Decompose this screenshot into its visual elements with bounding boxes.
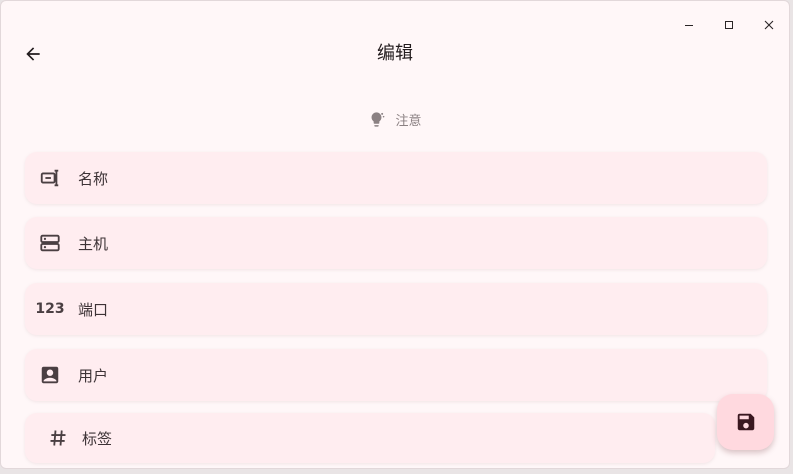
user-icon (37, 362, 63, 388)
user-field-label: 用户 (78, 366, 109, 385)
close-button[interactable] (749, 7, 789, 43)
port-field-label: 端口 (78, 300, 109, 319)
app-window: 编辑 注意 名称 主机 123 端口 用户 标签 (0, 0, 790, 469)
notice[interactable]: 注意 (1, 109, 789, 129)
host-field-label: 主机 (78, 234, 109, 253)
maximize-button[interactable] (709, 7, 749, 43)
save-button[interactable] (717, 394, 774, 450)
notice-text: 注意 (395, 113, 422, 129)
number-icon: 123 (35, 301, 65, 317)
close-icon (764, 20, 774, 30)
name-field[interactable]: 名称 (25, 152, 767, 204)
host-icon (37, 230, 63, 256)
lightbulb-icon (372, 111, 385, 127)
name-field-label: 名称 (78, 169, 109, 188)
tags-field[interactable]: 标签 (25, 413, 715, 463)
tags-field-label: 标签 (82, 429, 113, 448)
window-controls (669, 7, 789, 43)
hash-icon (45, 425, 71, 451)
port-field[interactable]: 123 端口 (25, 283, 767, 335)
name-icon (37, 165, 63, 191)
host-field[interactable]: 主机 (25, 217, 767, 269)
minimize-button[interactable] (669, 7, 709, 43)
save-icon (737, 413, 754, 431)
minimize-icon (685, 25, 693, 26)
maximize-icon (725, 21, 733, 29)
page-title: 编辑 (377, 43, 413, 64)
user-field[interactable]: 用户 (25, 349, 767, 401)
